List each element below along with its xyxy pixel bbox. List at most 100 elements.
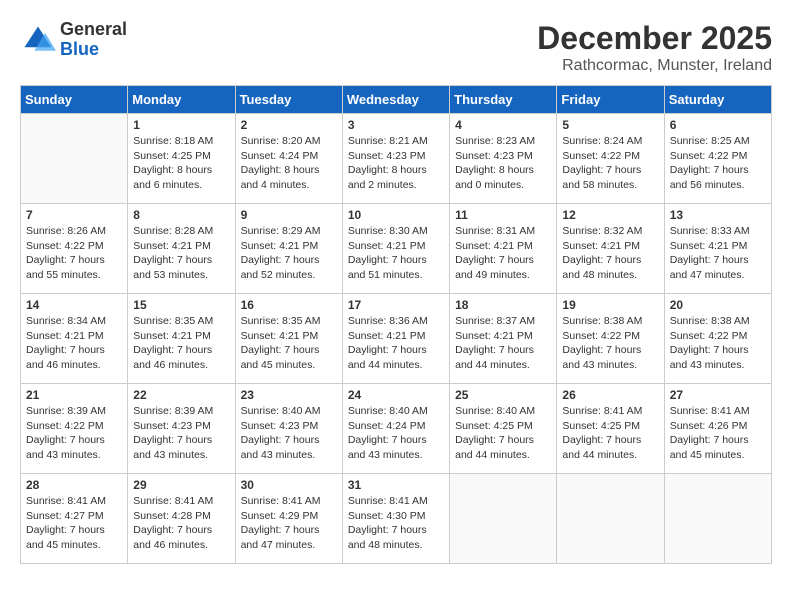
calendar-cell: 8Sunrise: 8:28 AM Sunset: 4:21 PM Daylig… [128,204,235,294]
calendar-cell: 25 Sunrise: 8:40 AM Sunset: 4:25 PM Dayli… [450,384,557,474]
calendar-cell: 29 Sunrise: 8:41 AM Sunset: 4:28 PM Dayli… [128,474,235,564]
cell-content: Sunrise: 8:32 AM Sunset: 4:21 PM Dayligh… [562,224,658,283]
calendar-cell: 23 Sunrise: 8:40 AM Sunset: 4:23 PM Dayli… [235,384,342,474]
calendar-cell: 3Sunrise: 8:21 AM Sunset: 4:23 PM Daylig… [342,114,449,204]
cell-content: Sunrise: 8:25 AM Sunset: 4:22 PM Dayligh… [670,134,766,193]
cell-content: Sunrise: 8:40 AM Sunset: 4:24 PM Dayligh… [348,404,444,463]
month-title: December 2025 [537,20,772,57]
day-number: 5 [562,118,658,132]
calendar-cell: 15Sunrise: 8:35 AM Sunset: 4:21 PM Dayli… [128,294,235,384]
calendar-cell: 30 Sunrise: 8:41 AM Sunset: 4:29 PM Dayli… [235,474,342,564]
cell-content: Sunrise: 8:38 AM Sunset: 4:22 PM Dayligh… [670,314,766,373]
day-number: 31 [348,478,444,492]
cell-content: Sunrise: 8:39 AM Sunset: 4:22 PM Dayligh… [26,404,122,463]
cell-content: Sunrise: 8:34 AM Sunset: 4:21 PM Dayligh… [26,314,122,373]
cell-content: Sunrise: 8:18 AM Sunset: 4:25 PM Dayligh… [133,134,229,193]
calendar-body: 1Sunrise: 8:18 AM Sunset: 4:25 PM Daylig… [21,114,772,564]
calendar-cell [557,474,664,564]
calendar-cell: 12 Sunrise: 8:32 AM Sunset: 4:21 PM Dayli… [557,204,664,294]
cell-content: Sunrise: 8:38 AM Sunset: 4:22 PM Dayligh… [562,314,658,373]
calendar-cell: 7 Sunrise: 8:26 AM Sunset: 4:22 PM Daylig… [21,204,128,294]
calendar-cell: 4 Sunrise: 8:23 AM Sunset: 4:23 PM Daylig… [450,114,557,204]
cell-content: Sunrise: 8:24 AM Sunset: 4:22 PM Dayligh… [562,134,658,193]
title-section: December 2025 Rathcormac, Munster, Irela… [537,20,772,75]
calendar-cell: 13 Sunrise: 8:33 AM Sunset: 4:21 PM Dayli… [664,204,771,294]
week-row-3: 21 Sunrise: 8:39 AM Sunset: 4:22 PM Dayli… [21,384,772,474]
day-number: 30 [241,478,337,492]
day-number: 9 [241,208,337,222]
calendar-cell: 5 Sunrise: 8:24 AM Sunset: 4:22 PM Daylig… [557,114,664,204]
calendar-cell: 21 Sunrise: 8:39 AM Sunset: 4:22 PM Dayli… [21,384,128,474]
cell-content: Sunrise: 8:41 AM Sunset: 4:30 PM Dayligh… [348,494,444,553]
week-row-0: 1Sunrise: 8:18 AM Sunset: 4:25 PM Daylig… [21,114,772,204]
cell-content: Sunrise: 8:30 AM Sunset: 4:21 PM Dayligh… [348,224,444,283]
cell-content: Sunrise: 8:21 AM Sunset: 4:23 PM Dayligh… [348,134,444,193]
calendar-cell: 11Sunrise: 8:31 AM Sunset: 4:21 PM Dayli… [450,204,557,294]
logo-general: General [60,20,127,40]
cell-content: Sunrise: 8:33 AM Sunset: 4:21 PM Dayligh… [670,224,766,283]
day-number: 7 [26,208,122,222]
day-header-monday: Monday [128,86,235,114]
day-number: 28 [26,478,122,492]
day-number: 20 [670,298,766,312]
page-header: General Blue December 2025 Rathcormac, M… [20,20,772,75]
day-number: 4 [455,118,551,132]
cell-content: Sunrise: 8:41 AM Sunset: 4:25 PM Dayligh… [562,404,658,463]
calendar-cell: 22Sunrise: 8:39 AM Sunset: 4:23 PM Dayli… [128,384,235,474]
week-row-1: 7 Sunrise: 8:26 AM Sunset: 4:22 PM Daylig… [21,204,772,294]
day-header-tuesday: Tuesday [235,86,342,114]
day-number: 17 [348,298,444,312]
cell-content: Sunrise: 8:31 AM Sunset: 4:21 PM Dayligh… [455,224,551,283]
cell-content: Sunrise: 8:35 AM Sunset: 4:21 PM Dayligh… [241,314,337,373]
calendar-cell: 24Sunrise: 8:40 AM Sunset: 4:24 PM Dayli… [342,384,449,474]
day-number: 23 [241,388,337,402]
day-number: 26 [562,388,658,402]
cell-content: Sunrise: 8:29 AM Sunset: 4:21 PM Dayligh… [241,224,337,283]
day-number: 21 [26,388,122,402]
calendar-table: SundayMondayTuesdayWednesdayThursdayFrid… [20,85,772,564]
cell-content: Sunrise: 8:28 AM Sunset: 4:21 PM Dayligh… [133,224,229,283]
cell-content: Sunrise: 8:20 AM Sunset: 4:24 PM Dayligh… [241,134,337,193]
cell-content: Sunrise: 8:23 AM Sunset: 4:23 PM Dayligh… [455,134,551,193]
day-number: 10 [348,208,444,222]
day-number: 16 [241,298,337,312]
calendar-cell: 14 Sunrise: 8:34 AM Sunset: 4:21 PM Dayli… [21,294,128,384]
logo-blue: Blue [60,40,127,60]
week-row-4: 28Sunrise: 8:41 AM Sunset: 4:27 PM Dayli… [21,474,772,564]
day-number: 6 [670,118,766,132]
calendar-cell: 10 Sunrise: 8:30 AM Sunset: 4:21 PM Dayli… [342,204,449,294]
day-number: 27 [670,388,766,402]
cell-content: Sunrise: 8:40 AM Sunset: 4:23 PM Dayligh… [241,404,337,463]
day-header-sunday: Sunday [21,86,128,114]
cell-content: Sunrise: 8:40 AM Sunset: 4:25 PM Dayligh… [455,404,551,463]
day-header-wednesday: Wednesday [342,86,449,114]
cell-content: Sunrise: 8:35 AM Sunset: 4:21 PM Dayligh… [133,314,229,373]
day-number: 12 [562,208,658,222]
cell-content: Sunrise: 8:41 AM Sunset: 4:28 PM Dayligh… [133,494,229,553]
calendar-cell: 2Sunrise: 8:20 AM Sunset: 4:24 PM Daylig… [235,114,342,204]
calendar-cell: 6 Sunrise: 8:25 AM Sunset: 4:22 PM Daylig… [664,114,771,204]
calendar-cell [450,474,557,564]
calendar-cell: 9 Sunrise: 8:29 AM Sunset: 4:21 PM Daylig… [235,204,342,294]
calendar-cell: 31 Sunrise: 8:41 AM Sunset: 4:30 PM Dayli… [342,474,449,564]
calendar-cell: 18Sunrise: 8:37 AM Sunset: 4:21 PM Dayli… [450,294,557,384]
day-number: 22 [133,388,229,402]
calendar-cell [21,114,128,204]
calendar-cell: 28Sunrise: 8:41 AM Sunset: 4:27 PM Dayli… [21,474,128,564]
calendar-cell: 17Sunrise: 8:36 AM Sunset: 4:21 PM Dayli… [342,294,449,384]
cell-content: Sunrise: 8:41 AM Sunset: 4:29 PM Dayligh… [241,494,337,553]
logo: General Blue [20,20,127,60]
calendar-cell [664,474,771,564]
day-number: 14 [26,298,122,312]
logo-text: General Blue [60,20,127,60]
cell-content: Sunrise: 8:41 AM Sunset: 4:26 PM Dayligh… [670,404,766,463]
day-header-thursday: Thursday [450,86,557,114]
calendar-cell: 16 Sunrise: 8:35 AM Sunset: 4:21 PM Dayli… [235,294,342,384]
cell-content: Sunrise: 8:26 AM Sunset: 4:22 PM Dayligh… [26,224,122,283]
calendar-header: SundayMondayTuesdayWednesdayThursdayFrid… [21,86,772,114]
day-number: 25 [455,388,551,402]
calendar-cell: 1Sunrise: 8:18 AM Sunset: 4:25 PM Daylig… [128,114,235,204]
day-number: 29 [133,478,229,492]
header-row: SundayMondayTuesdayWednesdayThursdayFrid… [21,86,772,114]
day-number: 13 [670,208,766,222]
